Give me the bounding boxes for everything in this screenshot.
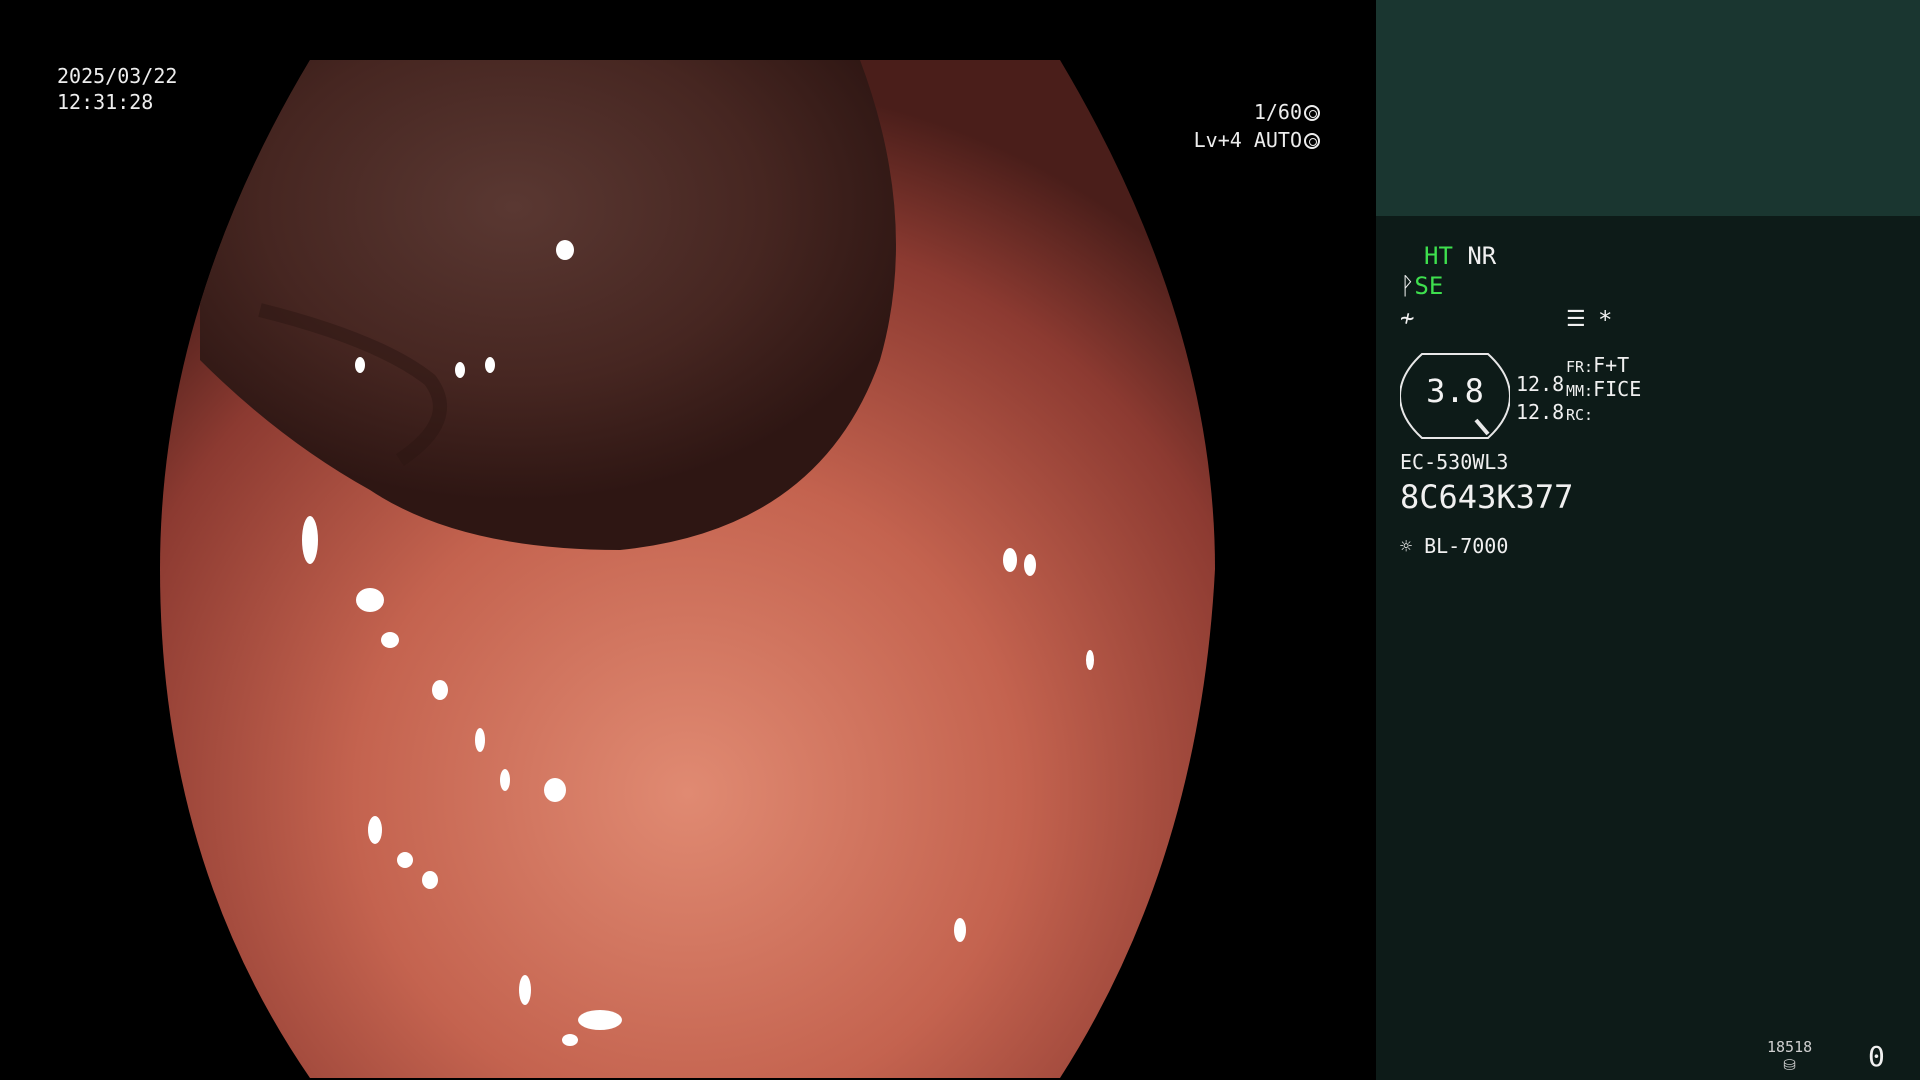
status-row-2: ᚹSE: [1400, 272, 1443, 300]
light-source-icon: ☼: [1400, 534, 1413, 558]
level-row: Lv+4 AUTO: [1180, 126, 1320, 154]
scope-serial: 8C643K377: [1400, 478, 1574, 516]
gauge-value: 3.8: [1426, 372, 1484, 410]
endoscopic-image: [160, 60, 1215, 1078]
info-panel: HT NR ᚹSE ≁ ☰ * 3.8 12.8 12.8 FR:F+T MM:…: [1376, 0, 1920, 1080]
exposure-info: 1/60 Lv+4 AUTO: [1180, 98, 1320, 154]
scope-model: EC-530WL3: [1400, 450, 1509, 474]
date-time: 2025/03/22 12:31:28: [57, 63, 177, 115]
settings-list-icon: ☰: [1566, 307, 1586, 332]
storage-icon: ⛁: [1783, 1056, 1796, 1074]
endoscope-view: 2025/03/22 12:31:28 1/60 Lv+4 AUTO: [0, 0, 1376, 1080]
time-text: 12:31:28: [57, 90, 154, 114]
auto-iris-icon: [1304, 133, 1320, 149]
bottom-value: 0: [1868, 1040, 1885, 1073]
nr-label: NR: [1467, 242, 1497, 270]
ht-label: HT: [1424, 242, 1453, 270]
image-counter: 18518 ⛁: [1767, 1038, 1812, 1074]
date-text: 2025/03/22: [57, 64, 178, 88]
se-label: SE: [1414, 272, 1444, 300]
level-text: Lv+4 AUTO: [1193, 128, 1302, 152]
value-1: 12.8: [1516, 372, 1565, 396]
rc-row: RC:: [1566, 398, 1593, 429]
mm-value: FICE: [1593, 377, 1642, 401]
color-tone-icon: ≁: [1400, 304, 1415, 332]
status-row-1: HT NR: [1424, 242, 1496, 270]
enhance-icon: ᚹ: [1400, 272, 1415, 300]
shutter-text: 1/60: [1253, 100, 1302, 124]
rc-label: RC:: [1566, 406, 1594, 424]
value-2: 12.8: [1516, 400, 1565, 424]
asterisk-label: *: [1598, 306, 1613, 334]
panel-header-area: [1376, 0, 1920, 216]
counter-text: 18518: [1767, 1038, 1813, 1056]
shutter-icon: [1304, 105, 1320, 121]
light-source-text: BL-7000: [1424, 534, 1509, 558]
light-source-row: ☼ BL-7000: [1400, 532, 1508, 560]
shutter-row: 1/60: [1180, 98, 1320, 126]
